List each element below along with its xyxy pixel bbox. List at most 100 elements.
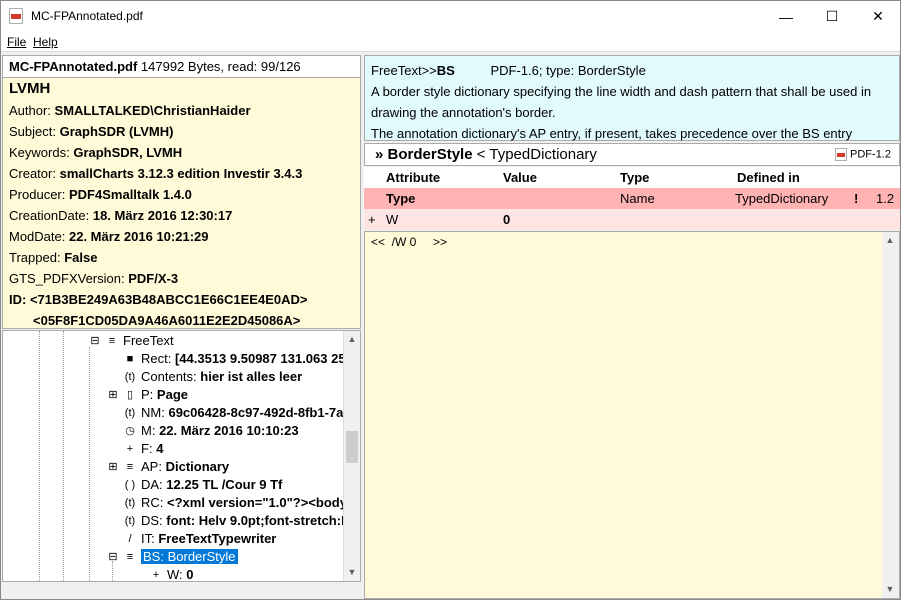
node-key: M: — [141, 423, 156, 438]
scroll-up-icon[interactable]: ▲ — [882, 232, 898, 249]
column-header[interactable]: Defined in — [737, 170, 800, 185]
tree-node-label: W: 0 — [167, 567, 194, 582]
window-title: MC-FPAnnotated.pdf — [31, 9, 143, 23]
metadata-item: Producer: PDF4Smalltalk 1.4.0 — [9, 187, 192, 202]
expand-icon[interactable]: ⊞ — [107, 389, 119, 402]
maximize-button[interactable]: ☐ — [809, 1, 855, 32]
dictionary-icon: ≡ — [126, 551, 134, 564]
name-icon: / — [128, 533, 132, 546]
tree-node[interactable]: + W: 0 — [133, 566, 194, 582]
node-key: Contents: — [141, 369, 197, 384]
tree-node-label: M: 22. März 2016 10:10:23 — [141, 423, 299, 438]
metadata-item: Keywords: GraphSDR, LVMH — [9, 145, 182, 160]
tree-node[interactable]: (t) RC: <?xml version="1.0"?><body — [107, 494, 347, 512]
clock-icon: ◷ — [125, 425, 135, 438]
column-header[interactable]: Type — [620, 170, 649, 185]
scroll-down-icon[interactable]: ▼ — [882, 581, 898, 598]
column-header[interactable]: Attribute — [386, 170, 440, 185]
metadata-item: Subject: GraphSDR (LVMH) — [9, 124, 173, 139]
scroll-thumb[interactable] — [346, 431, 358, 463]
number-icon: + — [126, 443, 134, 456]
description-path: FreeText>> — [371, 63, 437, 78]
tree-node[interactable]: ( ) DA: 12.25 TL /Cour 9 Tf — [107, 476, 283, 494]
tree-node[interactable]: ⊞ ▯ P: Page — [107, 386, 188, 404]
file-header: MC-FPAnnotated.pdf 147992 Bytes, read: 9… — [3, 56, 360, 78]
metadata-item: ID: <71B3BE249A63B48ABCC1E66C1EE4E0AD> — [9, 292, 307, 307]
expand-icon[interactable]: ⊞ — [107, 461, 119, 474]
source-view[interactable]: << /W 0 >> ▲ ▼ — [364, 231, 900, 599]
tree-node[interactable]: (t) NM: 69c06428-8c97-492d-8fb1-7a97 — [107, 404, 358, 422]
node-value: hier ist alles leer — [200, 369, 303, 384]
tree-node-label: NM: 69c06428-8c97-492d-8fb1-7a97 — [141, 405, 358, 420]
tree-node[interactable]: (t) Contents: hier ist alles leer — [107, 368, 302, 386]
description-version: PDF-1.6; type: BorderStyle — [490, 63, 646, 78]
node-key: FreeText — [123, 333, 174, 348]
tree-node-label: AP: Dictionary — [141, 459, 229, 474]
pdf-file-icon — [9, 8, 23, 24]
tree-node[interactable]: (t) DS: font: Helv 9.0pt;font-stretch:Nc — [107, 512, 358, 530]
table-row[interactable]: Type Name TypedDictionary ! 1.2 — [364, 188, 900, 209]
type-name: BorderStyle — [387, 146, 473, 163]
tree-guide-line — [39, 331, 40, 581]
object-tree[interactable]: ⊟ ≡ FreeText ■ Rect: [44.3513 9.50987 131.0… — [2, 330, 361, 582]
rectangle-icon: ■ — [126, 353, 134, 366]
tree-scrollbar[interactable]: ▲ ▼ — [343, 331, 360, 581]
type-prefix: » — [375, 146, 384, 163]
tree-node[interactable]: / IT: FreeTextTypewriter — [107, 530, 276, 548]
description-line: A border style dictionary specifying the… — [371, 84, 872, 99]
number-icon: + — [152, 569, 160, 582]
collapse-icon[interactable]: ⊟ — [107, 551, 119, 564]
node-key: NM: — [141, 405, 165, 420]
node-key: W: — [167, 567, 183, 582]
source-text: << /W 0 >> — [371, 235, 448, 249]
scroll-up-icon[interactable]: ▲ — [344, 331, 360, 348]
metadata-value: False — [64, 250, 98, 265]
tree-node-label: P: Page — [141, 387, 188, 402]
node-value: Dictionary — [165, 459, 230, 474]
type-title: » BorderStyle < TypedDictionary — [375, 146, 597, 163]
expand-icon[interactable]: + — [368, 212, 376, 227]
metadata-value: 22. März 2016 10:21:29 — [69, 229, 209, 244]
metadata-key: Producer: — [9, 187, 66, 202]
source-scrollbar[interactable]: ▲ ▼ — [882, 232, 899, 598]
tree-guide-line — [89, 347, 90, 581]
description-line: drawing the annotation's border. — [371, 105, 556, 120]
metadata-key: GTS_PDFXVersion: — [9, 271, 125, 286]
tree-node[interactable]: ⊞ ≡ AP: Dictionary — [107, 458, 229, 476]
metadata-item: Author: SMALLTALKED\ChristianHaider — [9, 103, 251, 118]
tree-node-label: Contents: hier ist alles leer — [141, 369, 302, 384]
node-key: P: — [141, 387, 154, 402]
table-row[interactable]: + W 0 — [364, 209, 900, 230]
scroll-down-icon[interactable]: ▼ — [344, 564, 360, 581]
metadata-key: Author: — [9, 103, 51, 118]
tree-node[interactable]: ■ Rect: [44.3513 9.50987 131.063 25.7 — [107, 350, 357, 368]
node-value: font: Helv 9.0pt;font-stretch:Nc — [166, 513, 358, 528]
node-value: Page — [156, 387, 188, 402]
tree-node-label: DS: font: Helv 9.0pt;font-stretch:Nc — [141, 513, 358, 528]
menu-file[interactable]: File — [7, 35, 26, 49]
pdf-version-badge[interactable]: PDF-1.2 — [835, 148, 891, 161]
metadata-value: GraphSDR (LVMH) — [59, 124, 174, 139]
node-key: AP: — [141, 459, 162, 474]
menu-help[interactable]: Help — [33, 35, 58, 49]
node-key: BS: — [143, 549, 164, 564]
tree-node[interactable]: ◷ M: 22. März 2016 10:10:23 — [107, 422, 299, 440]
minimize-button[interactable]: — — [763, 1, 809, 32]
attribute-version: 1.2 — [876, 191, 895, 206]
tree-node[interactable]: + F: 4 — [107, 440, 164, 458]
tree-node[interactable]: ⊟ ≡ FreeText — [89, 332, 174, 350]
tree-node[interactable]: ⊟ ≡ BS: BorderStyle — [107, 548, 238, 566]
close-button[interactable]: ✕ — [855, 1, 901, 32]
metadata-key: CreationDate: — [9, 208, 90, 223]
attribute-type: Name — [620, 191, 655, 206]
collapse-icon[interactable]: ⊟ — [89, 335, 101, 348]
pdf-file-icon — [835, 148, 848, 161]
column-header[interactable]: Value — [503, 170, 537, 185]
node-key: IT: — [141, 531, 155, 546]
node-key: RC: — [141, 495, 164, 510]
